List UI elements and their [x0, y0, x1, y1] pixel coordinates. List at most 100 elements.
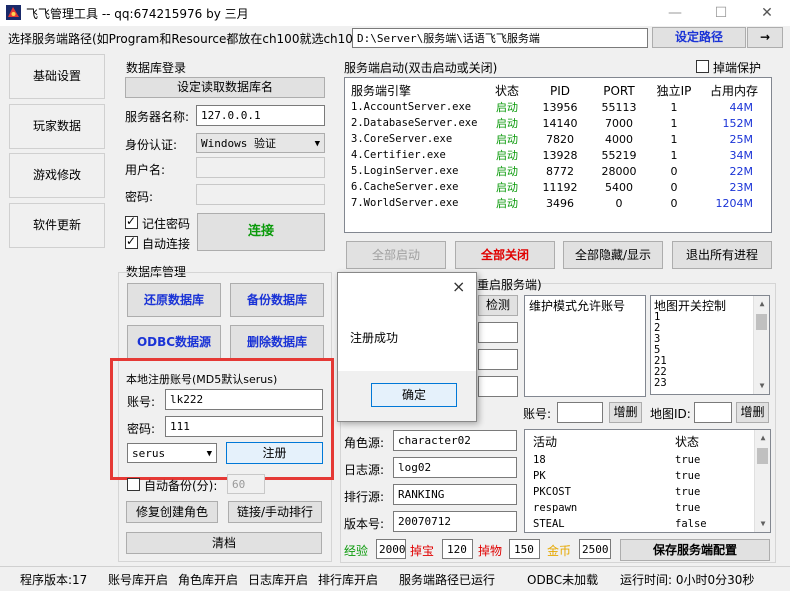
- mapid-add-button[interactable]: 增删: [736, 402, 769, 423]
- activity-state: true: [675, 454, 701, 466]
- auth-select[interactable]: Windows 验证 ▼: [196, 133, 325, 153]
- scroll-up-icon[interactable]: ▲: [754, 296, 769, 312]
- item-field[interactable]: 150: [509, 539, 540, 559]
- username-field[interactable]: [196, 157, 325, 178]
- sidebar-item-game-modify[interactable]: 游戏修改: [9, 153, 105, 198]
- server-port: 4000: [605, 132, 633, 146]
- status-log-db: 日志库开启: [248, 573, 309, 587]
- save-config-button[interactable]: 保存服务端配置: [620, 539, 770, 561]
- maint-account-list[interactable]: 维护模式允许账号: [524, 295, 646, 397]
- sidebar-item-software-update[interactable]: 软件更新: [9, 203, 105, 248]
- fix-role-button[interactable]: 修复创建角色: [126, 501, 218, 523]
- delete-db-button[interactable]: 删除数据库: [230, 325, 324, 359]
- link-rank-button[interactable]: 链接/手动排行: [228, 501, 322, 523]
- sidebar-item-basic-settings[interactable]: 基础设置: [9, 54, 105, 99]
- hide-show-button[interactable]: 全部隐藏/显示: [563, 241, 663, 269]
- set-path-button[interactable]: 设定路径: [652, 27, 746, 48]
- server-status: 启动: [496, 181, 518, 194]
- auth-label: 身份认证:: [125, 138, 178, 152]
- exp-field[interactable]: 2000: [376, 539, 406, 559]
- restore-db-button[interactable]: 还原数据库: [127, 283, 221, 317]
- map-switch-list[interactable]: 地图开关控制 1 2 3 5 21 22 23 ▲ ▼: [650, 295, 770, 395]
- server-ip: 1: [670, 116, 678, 130]
- server-pid: 7820: [546, 132, 574, 146]
- activity-state: false: [675, 518, 707, 530]
- drop-field[interactable]: 120: [442, 539, 473, 559]
- scroll-up-icon[interactable]: ▲: [755, 430, 770, 446]
- kick-protect-checkbox[interactable]: [696, 60, 709, 73]
- col-mem: 占用内存: [709, 84, 758, 98]
- sidebar-item-player-data[interactable]: 玩家数据: [9, 104, 105, 149]
- log-src-field[interactable]: log02: [393, 457, 517, 478]
- activity-row[interactable]: PKCOST true: [525, 486, 755, 502]
- auto-backup-checkbox[interactable]: [127, 478, 140, 491]
- close-all-button[interactable]: 全部关闭: [455, 241, 555, 269]
- activity-name: 18: [533, 454, 546, 466]
- state-header: 状态: [675, 435, 700, 449]
- server-row[interactable]: 1.AccountServer.exe 启动 13956 55113 1 44M: [351, 99, 767, 115]
- clear-button[interactable]: 清档: [126, 532, 322, 554]
- server-row[interactable]: 7.WorldServer.exe 启动 3496 0 0 1204M: [351, 195, 767, 211]
- scroll-down-icon[interactable]: ▼: [754, 378, 769, 394]
- server-row[interactable]: 6.CacheServer.exe 启动 11192 5400 0 23M: [351, 179, 767, 195]
- connect-button[interactable]: 连接: [197, 213, 325, 251]
- arrow-right-button[interactable]: →: [747, 27, 783, 48]
- check-button[interactable]: 检测: [478, 295, 518, 316]
- message-dialog: × 注册成功 确定: [337, 272, 477, 422]
- app-logo-icon: [6, 5, 21, 20]
- dialog-close-icon[interactable]: ×: [452, 277, 465, 296]
- auto-connect-checkbox[interactable]: [125, 234, 138, 249]
- server-row[interactable]: 4.Certifier.exe 启动 13928 55219 1 34M: [351, 147, 767, 163]
- activity-list[interactable]: 活动 状态 18 true PK true PKCOST true respawn true S…: [524, 429, 771, 533]
- config-field-2[interactable]: [478, 349, 518, 370]
- server-mem: 44M: [729, 100, 754, 114]
- config-field-3[interactable]: [478, 376, 518, 397]
- backup-db-button[interactable]: 备份数据库: [230, 283, 324, 317]
- role-src-field[interactable]: character02: [393, 430, 517, 451]
- config-field-1[interactable]: [478, 322, 518, 343]
- col-port: PORT: [603, 83, 635, 98]
- server-row[interactable]: 3.CoreServer.exe 启动 7820 4000 1 25M: [351, 131, 767, 147]
- rank-src-field[interactable]: RANKING: [393, 484, 517, 505]
- auto-backup-field[interactable]: 60: [227, 474, 265, 494]
- server-name-field[interactable]: 127.0.0.1: [196, 105, 325, 126]
- server-status: 启动: [496, 117, 518, 130]
- map-list-item[interactable]: 23: [654, 378, 667, 389]
- account-input[interactable]: [557, 402, 603, 423]
- activity-row[interactable]: 18 true: [525, 454, 755, 470]
- maximize-icon[interactable]: ☐: [698, 0, 744, 26]
- activity-scrollbar[interactable]: ▲ ▼: [754, 430, 770, 532]
- server-row[interactable]: 5.LoginServer.exe 启动 8772 28000 0 22M: [351, 163, 767, 179]
- mapid-label: 地图ID:: [650, 407, 691, 421]
- scroll-thumb[interactable]: [757, 448, 768, 464]
- dialog-ok-button[interactable]: 确定: [371, 383, 457, 407]
- window-title: 飞飞管理工具 -- qq:674215976 by 三月: [26, 7, 249, 21]
- start-all-button[interactable]: 全部启动: [346, 241, 446, 269]
- exp-label: 经验: [344, 544, 369, 558]
- mapid-input[interactable]: [694, 402, 732, 423]
- server-status: 启动: [496, 197, 518, 210]
- auto-connect-label: 自动连接: [142, 237, 191, 251]
- server-port: 5400: [605, 180, 633, 194]
- account-add-button[interactable]: 增删: [609, 402, 642, 423]
- server-path-field[interactable]: D:\Server\服务端\话语飞飞服务端: [352, 28, 648, 48]
- server-name: 7.WorldServer.exe: [351, 197, 459, 209]
- activity-row[interactable]: respawn true: [525, 502, 755, 518]
- read-db-name-button[interactable]: 设定读取数据库名: [125, 77, 325, 98]
- scroll-down-icon[interactable]: ▼: [755, 516, 770, 532]
- version-field[interactable]: 20070712: [393, 511, 517, 532]
- gold-field[interactable]: 2500: [579, 539, 611, 559]
- activity-row[interactable]: STEAL false: [525, 518, 755, 532]
- scroll-thumb[interactable]: [756, 314, 767, 330]
- map-list-scrollbar[interactable]: ▲ ▼: [753, 296, 769, 394]
- server-row[interactable]: 2.DatabaseServer.exe 启动 14140 7000 1 152M: [351, 115, 767, 131]
- minimize-icon[interactable]: —: [652, 0, 698, 26]
- status-bar: 程序版本:17 账号库开启 角色库开启 日志库开启 排行库开启 服务端路径已运行…: [0, 566, 790, 591]
- remember-password-checkbox[interactable]: [125, 214, 138, 229]
- close-icon[interactable]: ✕: [744, 0, 790, 26]
- odbc-button[interactable]: ODBC数据源: [127, 325, 221, 359]
- password-field[interactable]: [196, 184, 325, 205]
- server-status: 启动: [496, 101, 518, 114]
- activity-row[interactable]: PK true: [525, 470, 755, 486]
- exit-all-button[interactable]: 退出所有进程: [672, 241, 772, 269]
